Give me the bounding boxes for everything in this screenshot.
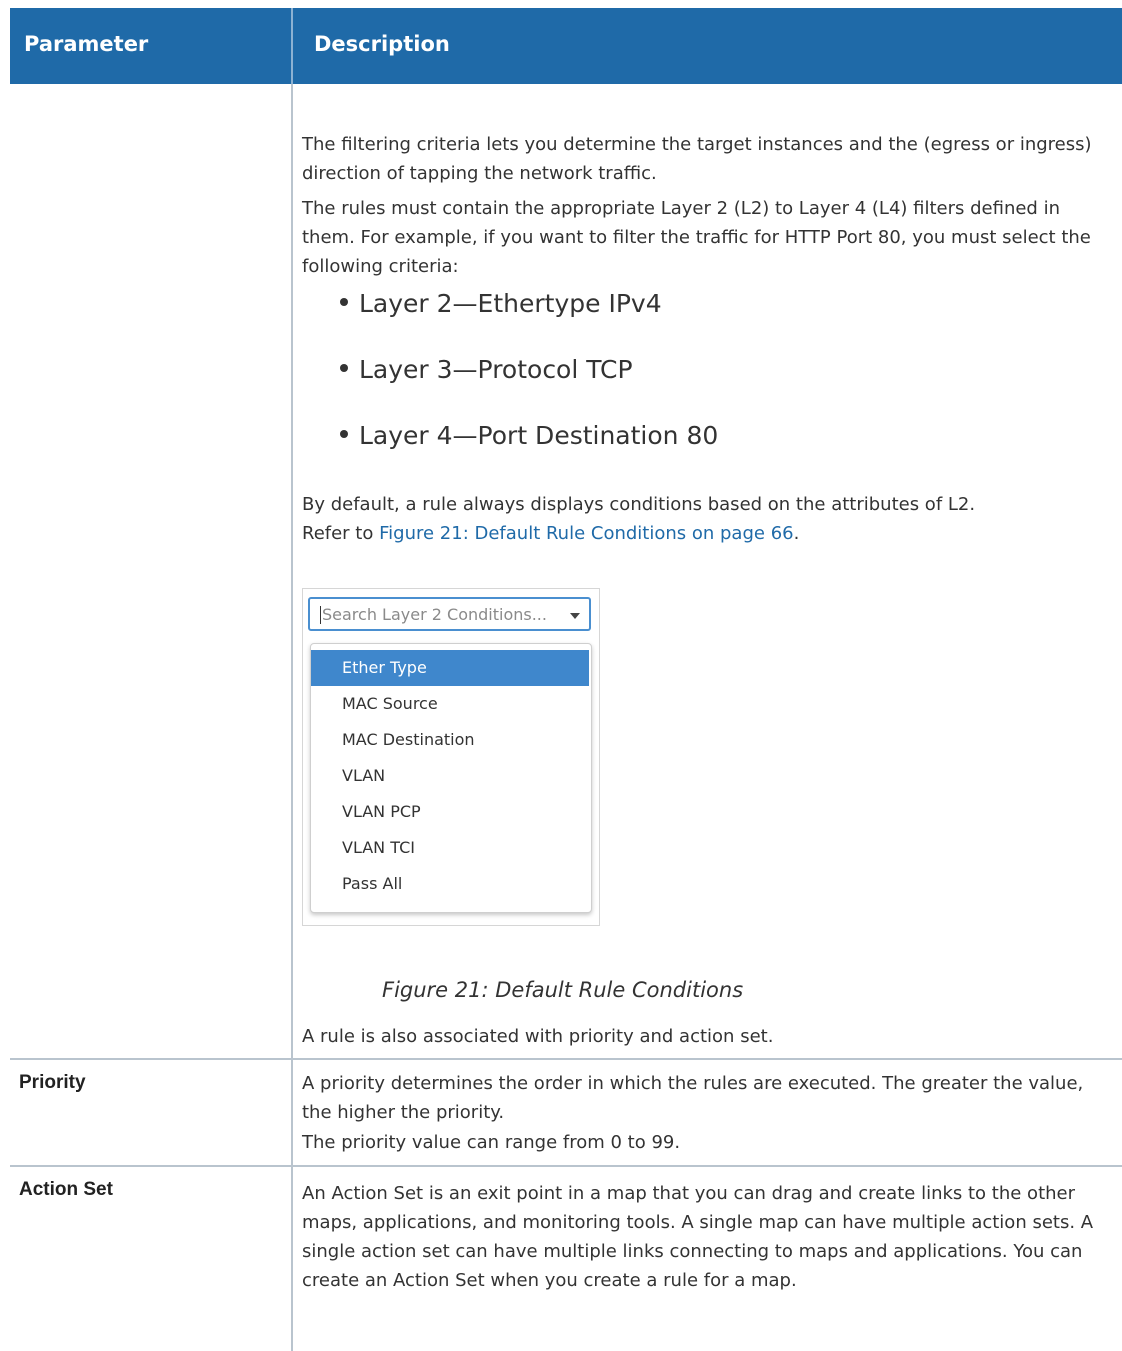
search-placeholder: Search Layer 2 Conditions...	[322, 605, 547, 624]
rule-filtering-paragraph: The filtering criteria lets you determin…	[302, 134, 1092, 184]
option-label: Pass All	[342, 874, 403, 893]
param-action-set: Action Set	[19, 1179, 113, 1200]
row-divider	[10, 1165, 1122, 1167]
layer2-search-select[interactable]: Search Layer 2 Conditions...	[308, 597, 591, 631]
option-mac-destination[interactable]: MAC Destination	[311, 722, 589, 758]
bullet-text: Layer 3—Protocol TCP	[359, 355, 633, 384]
parameter-table: Parameter Description The filtering crit…	[10, 8, 1122, 1351]
bullet-text: Layer 2—Ethertype IPv4	[359, 289, 662, 318]
column-divider	[291, 8, 293, 1351]
option-vlan-tci[interactable]: VLAN TCI	[311, 830, 589, 866]
row-divider	[10, 1058, 1122, 1060]
option-vlan-pcp[interactable]: VLAN PCP	[311, 794, 589, 830]
option-pass-all[interactable]: Pass All	[311, 866, 589, 902]
bullet-text: Layer 4—Port Destination 80	[359, 421, 719, 450]
rule-layers-paragraph: The rules must contain the appropriate L…	[302, 198, 1091, 277]
bullet-item: Layer 4—Port Destination 80	[340, 420, 718, 452]
rule-default-text: By default, a rule always displays condi…	[302, 494, 976, 515]
refer-prefix: Refer to	[302, 523, 380, 544]
refer-suffix: .	[793, 523, 800, 544]
bullet-item: Layer 3—Protocol TCP	[340, 354, 633, 386]
option-label: MAC Destination	[342, 730, 475, 749]
bullet-dot	[340, 364, 348, 372]
header-parameter: Parameter	[24, 32, 149, 56]
header-column-divider	[291, 8, 293, 84]
bullet-item: Layer 2—Ethertype IPv4	[340, 288, 662, 320]
priority-range: The priority value can range from 0 to 9…	[302, 1132, 681, 1153]
chevron-down-icon[interactable]	[570, 613, 580, 619]
text-cursor	[320, 606, 321, 624]
rule-closing-paragraph: A rule is also associated with priority …	[302, 1026, 774, 1047]
rule-default-paragraph: By default, a rule always displays condi…	[302, 490, 1112, 548]
table-header: Parameter Description	[10, 8, 1122, 84]
priority-description: A priority determines the order in which…	[302, 1073, 1084, 1123]
action-set-description: An Action Set is an exit point in a map …	[302, 1183, 1094, 1291]
option-label: VLAN	[342, 766, 386, 785]
option-label: MAC Source	[342, 694, 438, 713]
param-priority: Priority	[19, 1072, 86, 1093]
conditions-dropdown-list: Ether Type MAC Source MAC Destination VL…	[310, 643, 592, 913]
bullet-dot	[340, 430, 348, 438]
figure-caption: Figure 21: Default Rule Conditions	[382, 978, 744, 1002]
figure-reference-link[interactable]: Figure 21: Default Rule Conditions on pa…	[379, 523, 793, 544]
option-ether-type[interactable]: Ether Type	[311, 650, 589, 686]
layer2-conditions-figure: Search Layer 2 Conditions... Ether Type …	[302, 588, 600, 926]
option-label: Ether Type	[342, 658, 427, 677]
option-vlan[interactable]: VLAN	[311, 758, 589, 794]
bullet-dot	[340, 298, 348, 306]
option-label: VLAN TCI	[342, 838, 415, 857]
header-description: Description	[314, 32, 450, 56]
option-label: VLAN PCP	[342, 802, 421, 821]
option-mac-source[interactable]: MAC Source	[311, 686, 589, 722]
